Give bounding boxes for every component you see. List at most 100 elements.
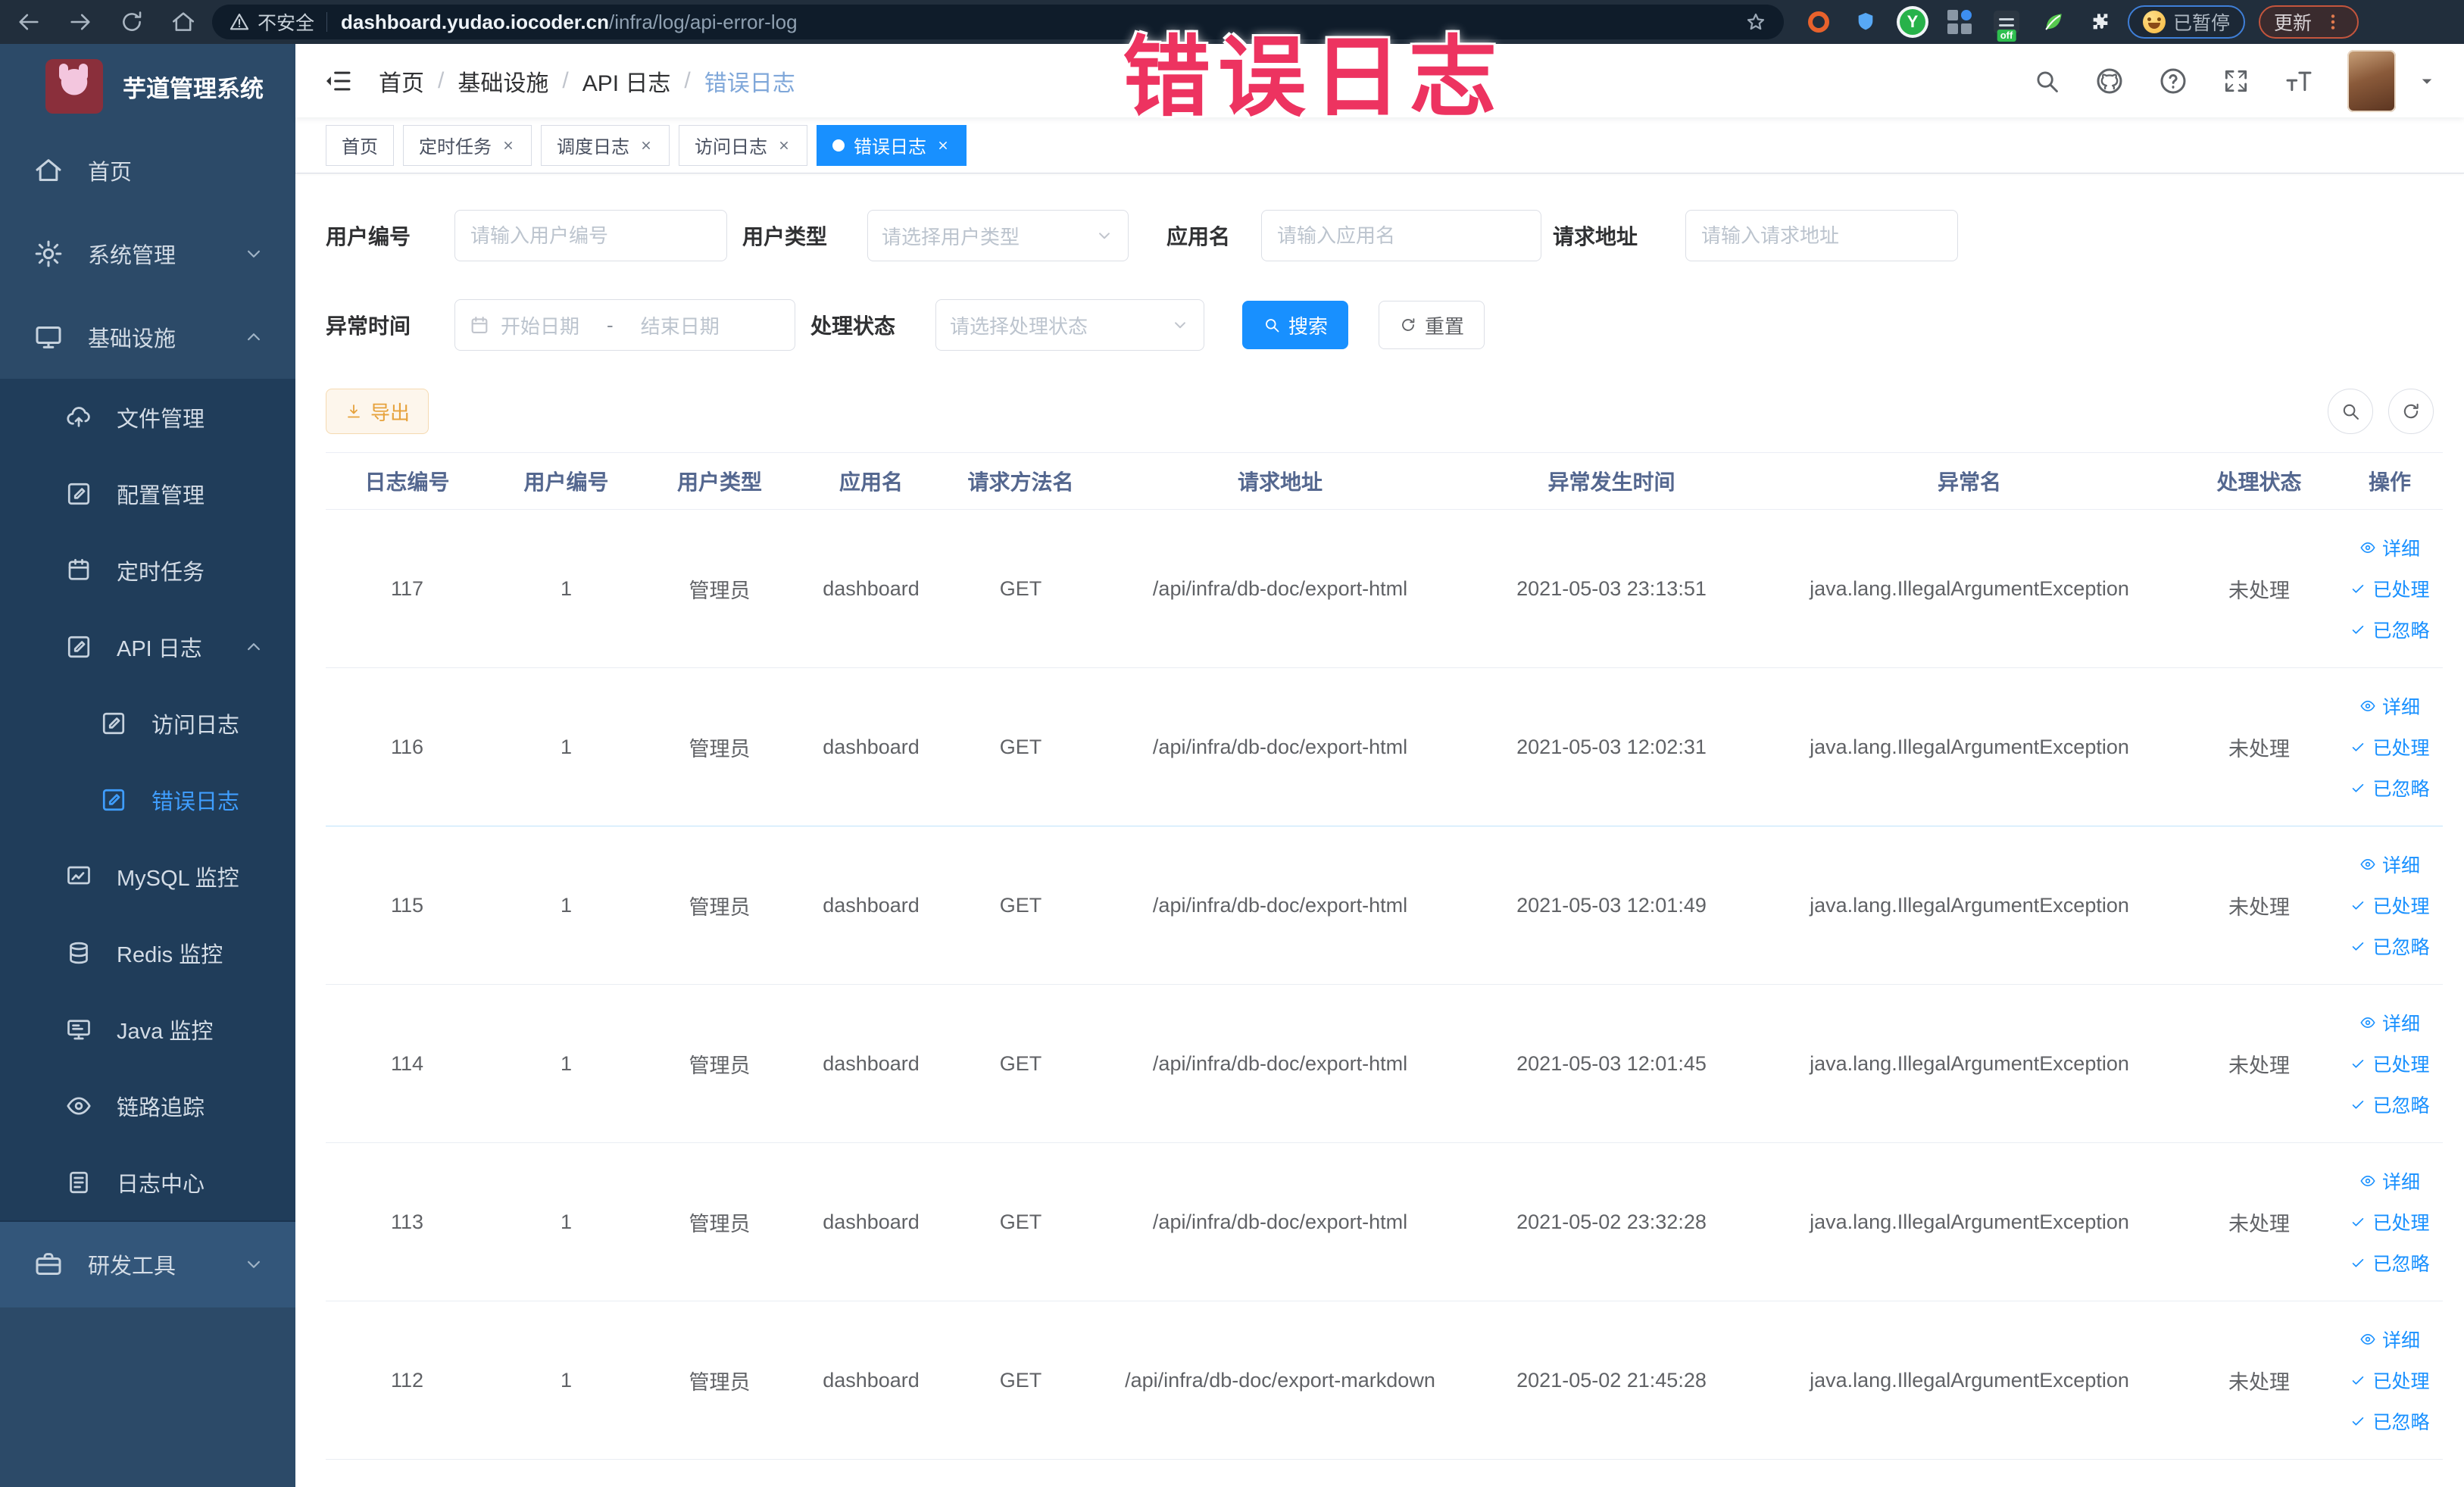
sidebar-item-研发工具[interactable]: 研发工具: [0, 1220, 295, 1307]
logo-image: [45, 59, 103, 114]
sidebar-item-Redis 监控[interactable]: Redis 监控: [0, 914, 295, 991]
extension-orange-icon[interactable]: [1805, 8, 1832, 36]
sidebar-item-MySQL 监控[interactable]: MySQL 监控: [0, 838, 295, 914]
tab-close-icon[interactable]: [776, 138, 792, 153]
tab-close-icon[interactable]: [501, 138, 516, 153]
sidebar-item-配置管理[interactable]: 配置管理: [0, 455, 295, 532]
action-已忽略[interactable]: 已忽略: [2350, 932, 2430, 960]
action-详细[interactable]: 详细: [2359, 692, 2420, 720]
exception-time-range[interactable]: 开始日期 - 结束日期: [454, 299, 795, 351]
sidebar-item-label: 配置管理: [117, 483, 205, 508]
sidebar-item-定时任务[interactable]: 定时任务: [0, 532, 295, 608]
sidebar-item-日志中心[interactable]: 日志中心: [0, 1144, 295, 1220]
github-icon[interactable]: [2094, 66, 2125, 96]
sidebar-item-label: 系统管理: [88, 244, 176, 268]
cloud-upload-icon: [65, 404, 92, 431]
bookmark-star-icon[interactable]: [1744, 11, 1767, 33]
app-name-input[interactable]: [1261, 210, 1541, 261]
security-label[interactable]: 不安全: [258, 8, 314, 36]
browser-home-icon[interactable]: [168, 7, 198, 37]
tab-首页[interactable]: 首页: [326, 124, 394, 166]
action-已忽略[interactable]: 已忽略: [2350, 1407, 2430, 1435]
refresh-icon: [2400, 401, 2422, 422]
action-已处理[interactable]: 已处理: [2350, 892, 2430, 919]
sidebar-item-label: 首页: [88, 161, 133, 185]
sidebar-item-访问日志[interactable]: 访问日志: [0, 685, 295, 761]
sidebar-item-Java 监控[interactable]: Java 监控: [0, 991, 295, 1067]
action-已处理[interactable]: 已处理: [2350, 1367, 2430, 1394]
paused-label: 已暂停: [2173, 13, 2231, 34]
cell-user_type: 管理员: [644, 1142, 795, 1301]
export-button[interactable]: 导出: [326, 389, 429, 434]
sidebar-item-基础设施[interactable]: 基础设施: [0, 295, 295, 379]
avatar-caret-icon[interactable]: [2416, 70, 2438, 92]
cell-status: 未处理: [2181, 1142, 2337, 1301]
sidebar-fold-icon[interactable]: [323, 66, 353, 96]
action-已忽略[interactable]: 已忽略: [2350, 616, 2430, 643]
search-button[interactable]: 搜索: [1242, 301, 1349, 349]
cell-user_id: 1: [489, 1301, 644, 1460]
sidebar-item-错误日志[interactable]: 错误日志: [0, 761, 295, 838]
action-已忽略[interactable]: 已忽略: [2350, 1249, 2430, 1276]
refresh-table-button[interactable]: [2388, 389, 2434, 434]
tab-定时任务[interactable]: 定时任务: [403, 124, 532, 166]
tab-错误日志[interactable]: 错误日志: [817, 124, 967, 166]
extensions-puzzle-icon[interactable]: [2087, 8, 2114, 36]
sidebar-item-label: API 日志: [117, 636, 202, 661]
update-button[interactable]: 更新: [2259, 5, 2359, 39]
action-已处理[interactable]: 已处理: [2350, 733, 2430, 761]
sidebar-item-系统管理[interactable]: 系统管理: [0, 212, 295, 295]
sidebar-item-API 日志[interactable]: API 日志: [0, 608, 295, 685]
tab-close-icon[interactable]: [639, 138, 654, 153]
action-详细[interactable]: 详细: [2359, 1009, 2420, 1036]
check-icon: [2350, 1096, 2366, 1113]
user-id-input[interactable]: [454, 210, 727, 261]
action-详细[interactable]: 详细: [2359, 1167, 2420, 1195]
reload-icon[interactable]: [117, 7, 147, 37]
action-详细[interactable]: 详细: [2359, 851, 2420, 878]
help-icon[interactable]: [2158, 66, 2188, 96]
extension-leaf-icon[interactable]: [2040, 8, 2067, 36]
extension-shield-icon[interactable]: [1852, 8, 1879, 36]
sidebar-item-首页[interactable]: 首页: [0, 129, 295, 212]
back-icon[interactable]: [14, 7, 44, 37]
action-已处理[interactable]: 已处理: [2350, 575, 2430, 602]
action-已处理[interactable]: 已处理: [2350, 1208, 2430, 1236]
avatar[interactable]: [2347, 49, 2396, 112]
tab-调度日志[interactable]: 调度日志: [541, 124, 670, 166]
request-url-input[interactable]: [1685, 210, 1958, 261]
action-已处理[interactable]: 已处理: [2350, 1050, 2430, 1077]
extension-grid-icon[interactable]: [1946, 8, 1973, 36]
sidebar-item-label: Java 监控: [117, 1019, 214, 1044]
tab-访问日志[interactable]: 访问日志: [679, 124, 807, 166]
header-search-icon[interactable]: [2032, 67, 2061, 95]
fullscreen-icon[interactable]: [2222, 67, 2250, 95]
action-已忽略[interactable]: 已忽略: [2350, 1091, 2430, 1118]
action-详细[interactable]: 详细: [2359, 534, 2420, 561]
breadcrumb-separator: /: [684, 67, 691, 93]
paused-badge[interactable]: 已暂停: [2128, 5, 2246, 39]
kebab-menu-icon[interactable]: [2322, 11, 2344, 33]
action-详细[interactable]: 详细: [2359, 1326, 2420, 1353]
breadcrumb-item[interactable]: 基础设施: [458, 64, 548, 98]
sidebar-item-文件管理[interactable]: 文件管理: [0, 379, 295, 455]
action-已忽略[interactable]: 已忽略: [2350, 774, 2430, 801]
font-size-icon[interactable]: [2284, 66, 2314, 96]
user-type-select[interactable]: 请选择用户类型: [867, 210, 1129, 261]
toggle-search-button[interactable]: [2328, 389, 2373, 434]
reset-button[interactable]: 重置: [1379, 301, 1485, 349]
chevron-up-icon: [242, 636, 265, 658]
extension-onoff-icon[interactable]: off: [1993, 8, 2020, 42]
breadcrumb-item[interactable]: API 日志: [582, 64, 671, 98]
cell-exception: java.lang.IllegalArgumentException: [1757, 1142, 2181, 1301]
cell-exception: java.lang.IllegalArgumentException: [1757, 1301, 2181, 1460]
edit-square-icon: [65, 480, 92, 508]
extension-green-icon[interactable]: Y: [1899, 8, 1926, 36]
process-status-select[interactable]: 请选择处理状态: [935, 299, 1204, 351]
app-logo[interactable]: 芋道管理系统: [0, 44, 295, 129]
sidebar-item-链路追踪[interactable]: 链路追踪: [0, 1067, 295, 1144]
breadcrumb-item[interactable]: 首页: [379, 64, 424, 98]
tab-close-icon[interactable]: [935, 138, 951, 153]
address-bar[interactable]: 不安全 dashboard.yudao.iocoder.cn /infra/lo…: [212, 5, 1784, 39]
forward-icon[interactable]: [65, 7, 95, 37]
